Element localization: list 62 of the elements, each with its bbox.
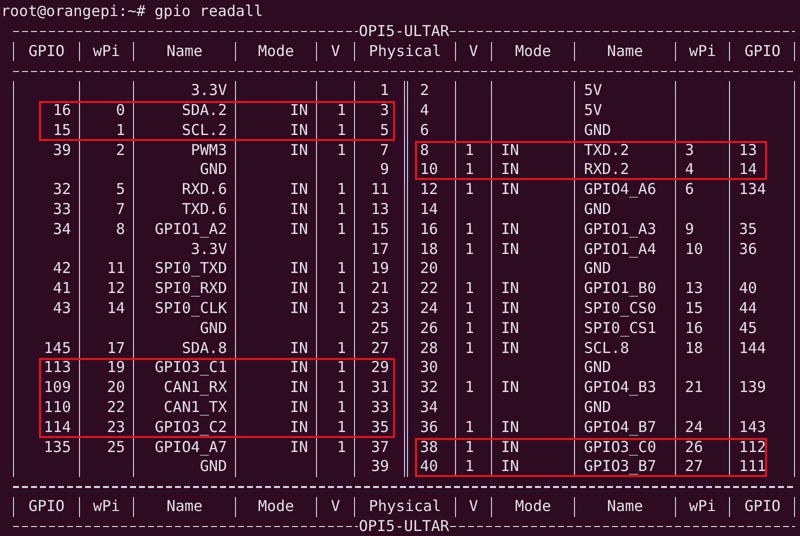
table-cell-text: 18 [419, 240, 440, 260]
table-cell-text: 4 [419, 100, 430, 121]
table-cell-text: 14 [419, 200, 440, 220]
table-cell-text: 16 [419, 220, 440, 240]
column-header: Name [133, 42, 235, 62]
table-cell-text: 24 [419, 298, 440, 319]
column-header: Physical [354, 496, 455, 517]
table-cell-text: 2 [419, 81, 430, 101]
column-header: V [316, 42, 354, 62]
table-cell-text: 30 [419, 358, 440, 378]
table-cell-text: 32 [419, 378, 440, 398]
table-cell: IN [491, 457, 574, 478]
column-header: GPIO [729, 42, 795, 62]
table-cell: GPIO4_B7 [574, 418, 675, 438]
column-header: Mode [491, 42, 574, 62]
column-header: wPi [675, 496, 729, 517]
table-cell-text: 36 [419, 418, 440, 438]
column-header: Mode [235, 42, 316, 62]
table-cell: GND [133, 457, 235, 478]
column-header: V [455, 496, 491, 517]
column-header: GPIO [729, 496, 795, 517]
column-header: GPIO [13, 496, 79, 517]
table-cell-text: 22 [419, 279, 440, 299]
table-cell-text: 26 [419, 318, 440, 339]
table-cell-text: 40 [419, 457, 440, 478]
table-cell: IN [491, 418, 574, 438]
column-header: Mode [491, 496, 574, 517]
table-cell-text: 28 [419, 338, 440, 358]
column-header: Name [133, 496, 235, 517]
column-header: wPi [675, 42, 729, 62]
table-cell-text: 38 [419, 438, 440, 458]
table-cell: 17 [79, 338, 133, 358]
column-header: V [316, 496, 354, 517]
table-cell: 1 [455, 418, 491, 438]
table-cell: SDA.8 [133, 338, 235, 358]
table-cell-text: 6 [419, 120, 430, 141]
column-header: Name [574, 42, 675, 62]
column-header: Mode [235, 496, 316, 517]
table-cell: 1 [316, 338, 354, 358]
table-cell: GND [574, 120, 675, 141]
table-cell: IN [235, 338, 316, 358]
command-prompt: root@orangepi:~# gpio readall [0, 2, 264, 22]
table-cell-text: 20 [419, 259, 440, 280]
table-cell: 111 [729, 457, 795, 478]
column-header: Physical [354, 42, 455, 62]
table-cell-text: 8 [419, 140, 430, 160]
table-cell: GPIO3_B7 [574, 457, 675, 478]
column-header: V [455, 42, 491, 62]
table-cell-text: 12 [419, 180, 440, 200]
board-title: OPI5-ULTAR [358, 516, 450, 536]
column-header: Name [574, 496, 675, 517]
board-title: OPI5-ULTAR [358, 22, 450, 42]
table-cell: 3.3V [133, 81, 235, 101]
table-cell-text: 10 [419, 160, 440, 180]
table-cell: 27 [675, 457, 729, 478]
table-cell-text: 34 [419, 398, 440, 418]
column-header: wPi [79, 496, 133, 517]
table-cell: 39 [354, 457, 404, 478]
table-cell: 24 [675, 418, 729, 438]
column-header: GPIO [13, 42, 79, 62]
column-header: wPi [79, 42, 133, 62]
table-cell: 1 [455, 457, 491, 478]
